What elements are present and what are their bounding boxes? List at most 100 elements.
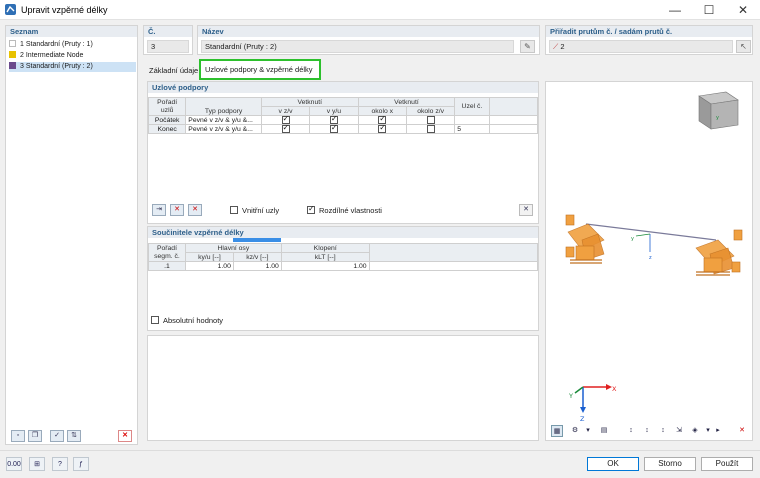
minimize-button[interactable]: — bbox=[658, 0, 692, 20]
checkbox-okx[interactable] bbox=[378, 116, 387, 124]
col-ky: ky/u [--] bbox=[184, 252, 234, 262]
grp-fixity-2: Vetknutí bbox=[357, 97, 456, 107]
col-segment: Pořadí segm. č. bbox=[148, 243, 186, 262]
checkbox-okx[interactable] bbox=[378, 125, 387, 133]
support-type-cell[interactable]: Pevné v z/v & y/u &... bbox=[185, 124, 262, 134]
list-item-1[interactable]: 1 Standardní (Pruty : 1) bbox=[9, 40, 136, 50]
footer-divider bbox=[0, 450, 760, 451]
model-view[interactable]: y y z X Y Z ▦ ⚙ ▾ ▤ ↕ ↕ ↕ ⇲ ◈ ▾ ▸ ✕ bbox=[545, 81, 753, 441]
list-item-3[interactable]: 3 Standardní (Pruty : 2) bbox=[9, 62, 136, 72]
ok-button[interactable]: OK bbox=[587, 457, 639, 471]
delete-icon[interactable]: ✕ bbox=[118, 430, 132, 442]
insert-row-icon[interactable]: ⇥ bbox=[152, 204, 166, 216]
kz-cell[interactable]: 1.00 bbox=[232, 261, 282, 271]
node-cell[interactable] bbox=[454, 115, 490, 125]
assign-field[interactable]: ⟋ 2 bbox=[549, 40, 733, 53]
check-all-icon[interactable]: ✓ bbox=[50, 430, 64, 442]
member-icon: ⟋ bbox=[553, 42, 559, 51]
close-button[interactable]: ✕ bbox=[726, 0, 760, 20]
number-field[interactable]: 3 bbox=[147, 40, 189, 53]
name-field[interactable]: Standardní (Pruty : 2) bbox=[201, 40, 514, 53]
table-row: Konec Pevné v z/v & y/u &... 5 bbox=[147, 124, 539, 134]
col-order: Pořadí uzlů bbox=[147, 97, 187, 116]
view-z-icon[interactable]: ↕ bbox=[657, 425, 669, 437]
segment-cell: .1 bbox=[148, 261, 186, 271]
view-render-icon[interactable]: ⚙ bbox=[569, 425, 581, 437]
cancel-button[interactable]: Storno bbox=[644, 457, 696, 471]
col-kz: kz/v [--] bbox=[232, 252, 282, 262]
col-vyu: v y/u bbox=[309, 106, 359, 116]
checkbox-okzv[interactable] bbox=[426, 125, 435, 133]
list-item-2[interactable]: 2 Intermediate Node bbox=[9, 51, 136, 61]
copy-item-icon[interactable]: ❐ bbox=[28, 430, 42, 442]
svg-text:y: y bbox=[631, 236, 634, 242]
checkbox-okzv[interactable] bbox=[426, 116, 435, 124]
name-panel: Název Standardní (Pruty : 2) ✎ bbox=[197, 25, 540, 55]
checkbox-vzv[interactable] bbox=[281, 116, 290, 124]
pick-members-icon[interactable]: ↖ bbox=[736, 40, 751, 53]
title-bar: Upravit vzpěrné délky — ☐ ✕ bbox=[0, 0, 760, 20]
klt-cell[interactable]: 1.00 bbox=[280, 261, 370, 271]
view-iso-icon[interactable]: ⇲ bbox=[673, 425, 685, 437]
sort-icon[interactable]: ⇅ bbox=[67, 430, 81, 442]
list-header: Seznam bbox=[6, 26, 137, 37]
view-reset-icon[interactable]: ✕ bbox=[736, 425, 748, 437]
tab-nodal-supports[interactable]: Uzlové podpory & vzpěrné délky bbox=[199, 59, 321, 80]
checkbox-vzv[interactable] bbox=[281, 125, 290, 133]
z-axis-label: Z bbox=[580, 415, 585, 422]
col-okzv: okolo z/v bbox=[405, 106, 456, 116]
supports-header: Uzlové podpory bbox=[148, 82, 538, 93]
absolute-values-box bbox=[151, 316, 159, 324]
view-display-icon[interactable]: ▦ bbox=[551, 425, 563, 437]
inner-nodes-checkbox[interactable]: Vnitřní uzly bbox=[230, 206, 279, 216]
close-detail-icon[interactable]: ✕ bbox=[519, 204, 533, 216]
view-more-icon[interactable]: ▸ bbox=[712, 425, 724, 437]
support-left-icon bbox=[565, 214, 605, 264]
view-cube-icon[interactable]: y bbox=[698, 91, 739, 130]
view-perspective-icon[interactable]: ◈ bbox=[689, 425, 701, 437]
units-icon[interactable]: 0.00 bbox=[6, 457, 22, 471]
info-panel bbox=[147, 335, 539, 441]
checkbox-vyu[interactable] bbox=[329, 125, 338, 133]
table-row: .1 1.00 1.00 1.00 bbox=[148, 261, 539, 271]
color-swatch bbox=[9, 51, 16, 58]
new-item-icon[interactable]: ▫ bbox=[11, 430, 25, 442]
support-right-icon bbox=[695, 229, 743, 276]
support-type-cell[interactable]: Pevné v z/v & y/u &... bbox=[185, 115, 262, 125]
apply-button[interactable]: Použít bbox=[701, 457, 753, 471]
y-axis-label: Y bbox=[568, 392, 573, 400]
delete-row-icon[interactable]: ✕ bbox=[170, 204, 184, 216]
help-icon[interactable]: ? bbox=[52, 457, 68, 471]
column-highlight bbox=[233, 238, 281, 242]
formula-icon[interactable]: ƒ bbox=[73, 457, 89, 471]
edit-name-icon[interactable]: ✎ bbox=[520, 40, 535, 53]
tab-basic-data[interactable]: Základní údaje bbox=[145, 64, 202, 78]
grp-fixity-1: Vetknutí bbox=[260, 97, 359, 107]
member-line bbox=[585, 223, 717, 241]
tree-icon[interactable]: ⊞ bbox=[29, 457, 45, 471]
node-cell[interactable]: 5 bbox=[454, 124, 490, 134]
different-props-checkbox[interactable]: Rozdílné vlastnosti bbox=[307, 204, 382, 216]
view-x-icon[interactable]: ↕ bbox=[625, 425, 637, 437]
view-y-icon[interactable]: ↕ bbox=[641, 425, 653, 437]
svg-text:y: y bbox=[716, 115, 719, 121]
model-canvas: y y z X Y Z bbox=[565, 91, 743, 422]
absolute-values-checkbox[interactable]: Absolutní hodnoty bbox=[151, 316, 223, 326]
window-title: Upravit vzpěrné délky bbox=[21, 5, 108, 15]
view-dropdown-icon[interactable]: ▾ bbox=[582, 425, 594, 437]
table-row: Počátek Pevné v z/v & y/u &... bbox=[147, 115, 539, 125]
checkbox-vyu[interactable] bbox=[329, 116, 338, 124]
view-print-icon[interactable]: ▤ bbox=[598, 425, 610, 437]
clear-rows-icon[interactable]: ✕ bbox=[188, 204, 202, 216]
maximize-button[interactable]: ☐ bbox=[692, 0, 726, 20]
app-icon bbox=[5, 4, 16, 15]
global-axes-icon: X Y Z bbox=[568, 384, 617, 422]
col-okx: okolo x bbox=[357, 106, 407, 116]
row-order: Konec bbox=[147, 124, 187, 134]
assign-label: Přiřadit prutům č. / sadám prutů č. bbox=[546, 26, 752, 37]
svg-text:z: z bbox=[649, 255, 652, 261]
color-swatch bbox=[9, 62, 16, 69]
factors-table: Pořadí segm. č. Hlavní osy Klopení ky/u … bbox=[148, 243, 539, 271]
ky-cell[interactable]: 1.00 bbox=[184, 261, 234, 271]
name-label: Název bbox=[198, 26, 539, 37]
